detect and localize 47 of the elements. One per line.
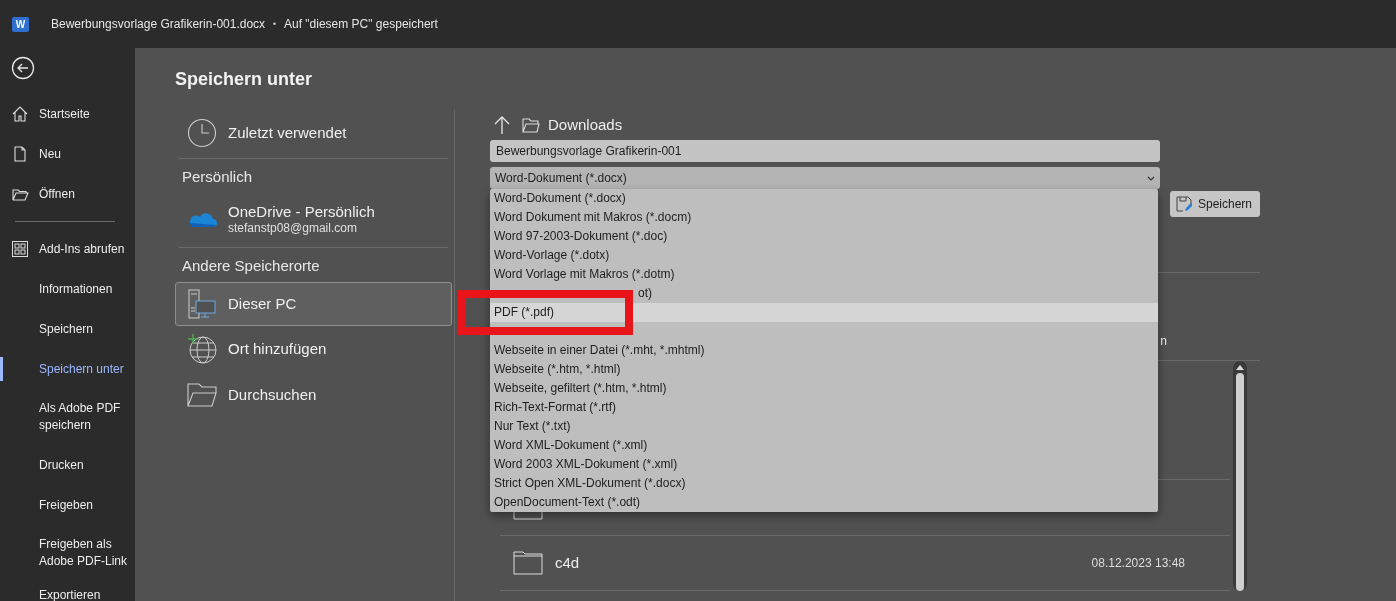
sidebar-item[interactable]: Add-Ins abrufen bbox=[0, 229, 135, 269]
list-option[interactable]: ot) bbox=[638, 286, 652, 300]
list-option[interactable]: Word 97-2003-Dokument (*.doc) bbox=[490, 227, 1158, 246]
location-item[interactable]: OneDrive - Persönlich stefanstp08@gmail.com bbox=[175, 193, 452, 245]
list-option[interactable]: Strict Open XML-Dokument (*.docx) bbox=[490, 474, 1158, 493]
sidebar-item[interactable]: Startseite bbox=[0, 94, 135, 134]
list-option[interactable]: PDF (*.pdf) bbox=[490, 303, 1158, 322]
page-title: Speichern unter bbox=[175, 68, 314, 90]
list-option[interactable]: OpenDocument-Text (*.odt) bbox=[490, 493, 1158, 512]
sidebar-item[interactable]: Öffnen bbox=[0, 174, 135, 214]
location-item[interactable]: Ort hinzufügen bbox=[175, 326, 452, 372]
sidebar-item[interactable]: Exportieren bbox=[0, 581, 135, 601]
location-item[interactable]: Dieser PC bbox=[175, 282, 452, 326]
sidebar-item[interactable]: Drucken bbox=[0, 445, 135, 485]
save-button[interactable]: Speichern bbox=[1170, 191, 1260, 217]
text-fragment: n bbox=[1160, 333, 1167, 350]
separator-mark: ▪ bbox=[273, 18, 276, 30]
list-option[interactable]: Word-Vorlage (*.dotx) bbox=[490, 246, 1158, 265]
list-option[interactable]: Nur Text (*.txt) bbox=[490, 417, 1158, 436]
list-option[interactable]: Webseite (*.htm, *.html) bbox=[490, 360, 1158, 379]
list-option[interactable]: Webseite in einer Datei (*.mht, *.mhtml) bbox=[490, 341, 1158, 360]
list-option[interactable]: Word-Dokument (*.docx) bbox=[490, 189, 1158, 208]
file-type-dropdown[interactable]: Word-Dokument (*.docx) bbox=[490, 167, 1160, 189]
section-heading: Persönlich bbox=[181, 167, 254, 187]
sidebar-item[interactable]: Speichern bbox=[0, 309, 135, 349]
location-item[interactable]: Durchsuchen bbox=[175, 372, 452, 418]
list-option[interactable]: Webseite, gefiltert (*.htm, *.html) bbox=[490, 379, 1158, 398]
folder-path[interactable]: Downloads bbox=[548, 113, 623, 137]
section-heading: Andere Speicherorte bbox=[181, 256, 321, 276]
sidebar-item[interactable]: Informationen bbox=[0, 269, 135, 309]
save-status: Auf "diesem PC" gespeichert bbox=[283, 16, 438, 33]
document-title: Bewerbungsvorlage Grafikerin-001.docx bbox=[51, 16, 266, 33]
sidebar-item[interactable]: Als Adobe PDF speichern bbox=[0, 389, 135, 445]
list-option[interactable]: Word Dokument mit Makros (*.docm) bbox=[490, 208, 1158, 227]
sidebar-item[interactable]: Neu bbox=[0, 134, 135, 174]
file-name-field[interactable]: Bewerbungsvorlage Grafikerin-001 bbox=[490, 140, 1160, 162]
list-option[interactable]: Word 2003 XML-Dokument (*.xml) bbox=[490, 455, 1158, 474]
sidebar-item[interactable]: Speichern unter bbox=[0, 349, 135, 389]
modified-date: 08.12.2023 13:48 bbox=[1091, 555, 1185, 572]
list-option[interactable]: Word XML-Dokument (*.xml) bbox=[490, 436, 1158, 455]
location-item[interactable]: Zuletzt verwendet bbox=[175, 110, 452, 156]
sidebar-item[interactable]: Freigeben bbox=[0, 485, 135, 525]
app-logo-icon: W bbox=[12, 16, 29, 32]
file-name[interactable]: c4d bbox=[555, 551, 1092, 575]
list-option[interactable]: Word Vorlage mit Makros (*.dotm) bbox=[490, 265, 1158, 284]
list-option[interactable]: Rich-Text-Format (*.rtf) bbox=[490, 398, 1158, 417]
sidebar-item[interactable]: Freigeben als Adobe PDF-Link bbox=[0, 525, 135, 581]
